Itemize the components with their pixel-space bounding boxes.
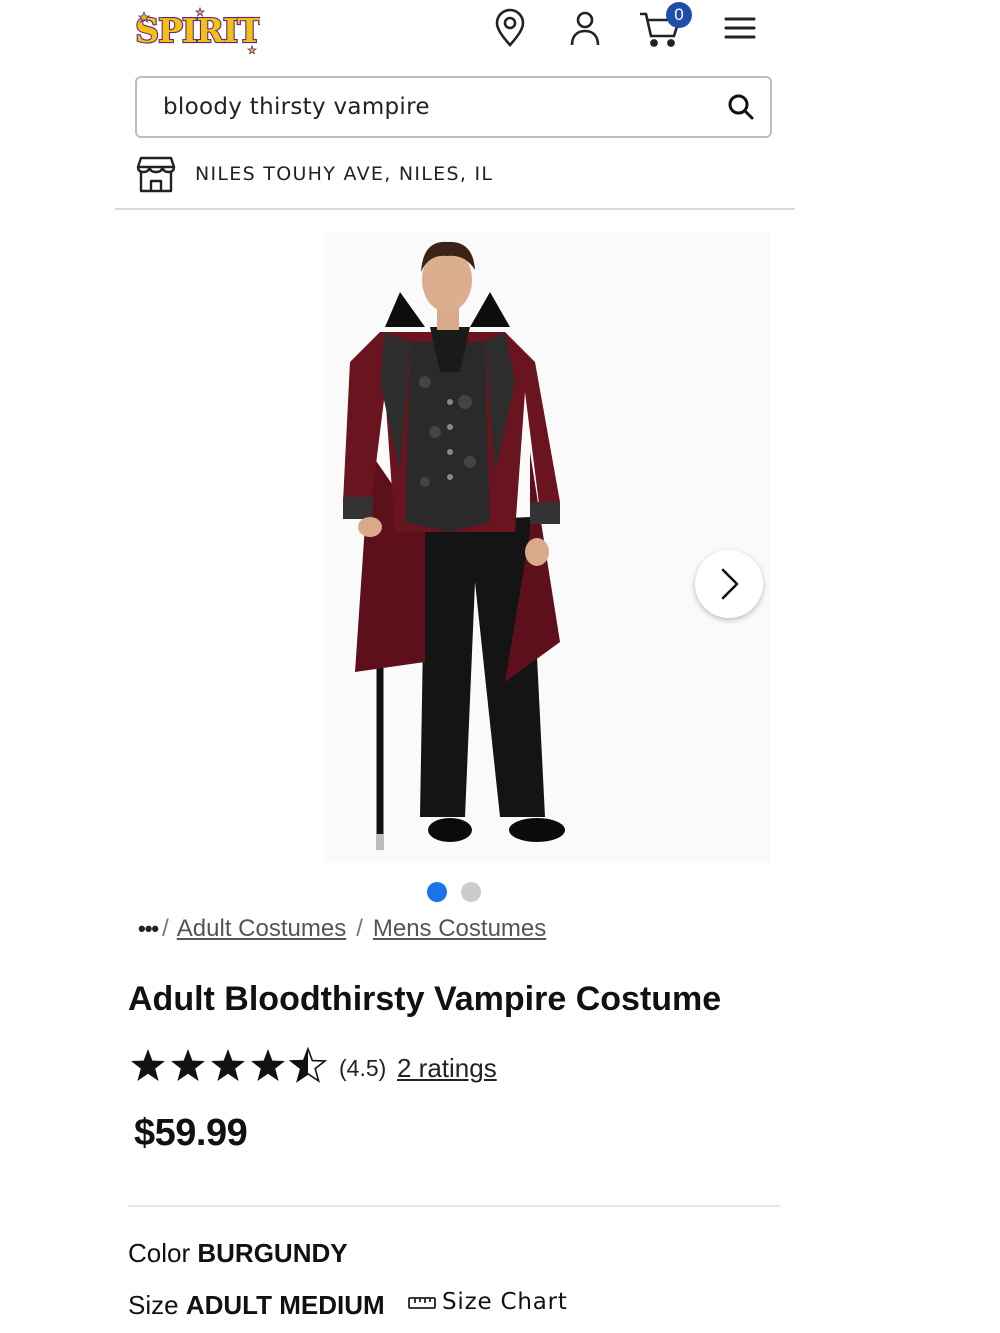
breadcrumb: ••• / Adult Costumes / Mens Costumes <box>138 915 547 942</box>
menu-icon[interactable] <box>720 8 760 48</box>
account-icon[interactable] <box>565 8 605 48</box>
color-label: Color <box>128 1238 191 1268</box>
store-selector[interactable]: NILES TOUHY AVE, NILES, IL <box>136 154 776 196</box>
rating-row: (4.5) 2 ratings <box>130 1045 730 1089</box>
size-value: ADULT MEDIUM <box>185 1290 385 1320</box>
breadcrumb-link-adult-costumes[interactable]: Adult Costumes <box>177 915 346 942</box>
next-image-button[interactable] <box>695 550 763 618</box>
store-icon <box>136 154 176 199</box>
rating-value: (4.5) <box>339 1055 387 1081</box>
product-title: Adult Bloodthirsty Vampire Costume <box>128 980 722 1018</box>
search-icon[interactable] <box>726 92 756 122</box>
color-selection: Color BURGUNDY <box>128 1238 348 1269</box>
spirit-logo[interactable]: SPIRIT <box>134 6 264 56</box>
search-bar <box>135 76 772 138</box>
size-label: Size <box>128 1290 179 1320</box>
ruler-icon <box>408 1290 436 1316</box>
carousel-dot-active[interactable] <box>427 882 447 902</box>
carousel-dot[interactable] <box>461 882 481 902</box>
size-chart-link[interactable]: Size Chart <box>408 1289 568 1316</box>
ratings-link[interactable]: 2 ratings <box>397 1053 497 1084</box>
store-locator-icon[interactable] <box>490 8 530 48</box>
section-divider <box>128 1205 780 1207</box>
header-divider <box>115 208 795 210</box>
product-image[interactable] <box>325 232 770 862</box>
breadcrumb-link-mens-costumes[interactable]: Mens Costumes <box>373 915 546 942</box>
cart-count-badge: 0 <box>666 2 692 28</box>
store-address: NILES TOUHY AVE, NILES, IL <box>195 163 494 185</box>
svg-text:SPIRIT: SPIRIT <box>136 11 260 50</box>
rating-stars-icon <box>131 1048 326 1082</box>
search-input[interactable] <box>163 78 703 136</box>
size-chart-label[interactable]: Size Chart <box>442 1289 568 1315</box>
breadcrumb-more[interactable]: ••• <box>138 916 159 941</box>
color-value: BURGUNDY <box>197 1238 348 1268</box>
product-price: $59.99 <box>134 1112 248 1154</box>
size-selection: Size ADULT MEDIUM <box>128 1290 385 1321</box>
